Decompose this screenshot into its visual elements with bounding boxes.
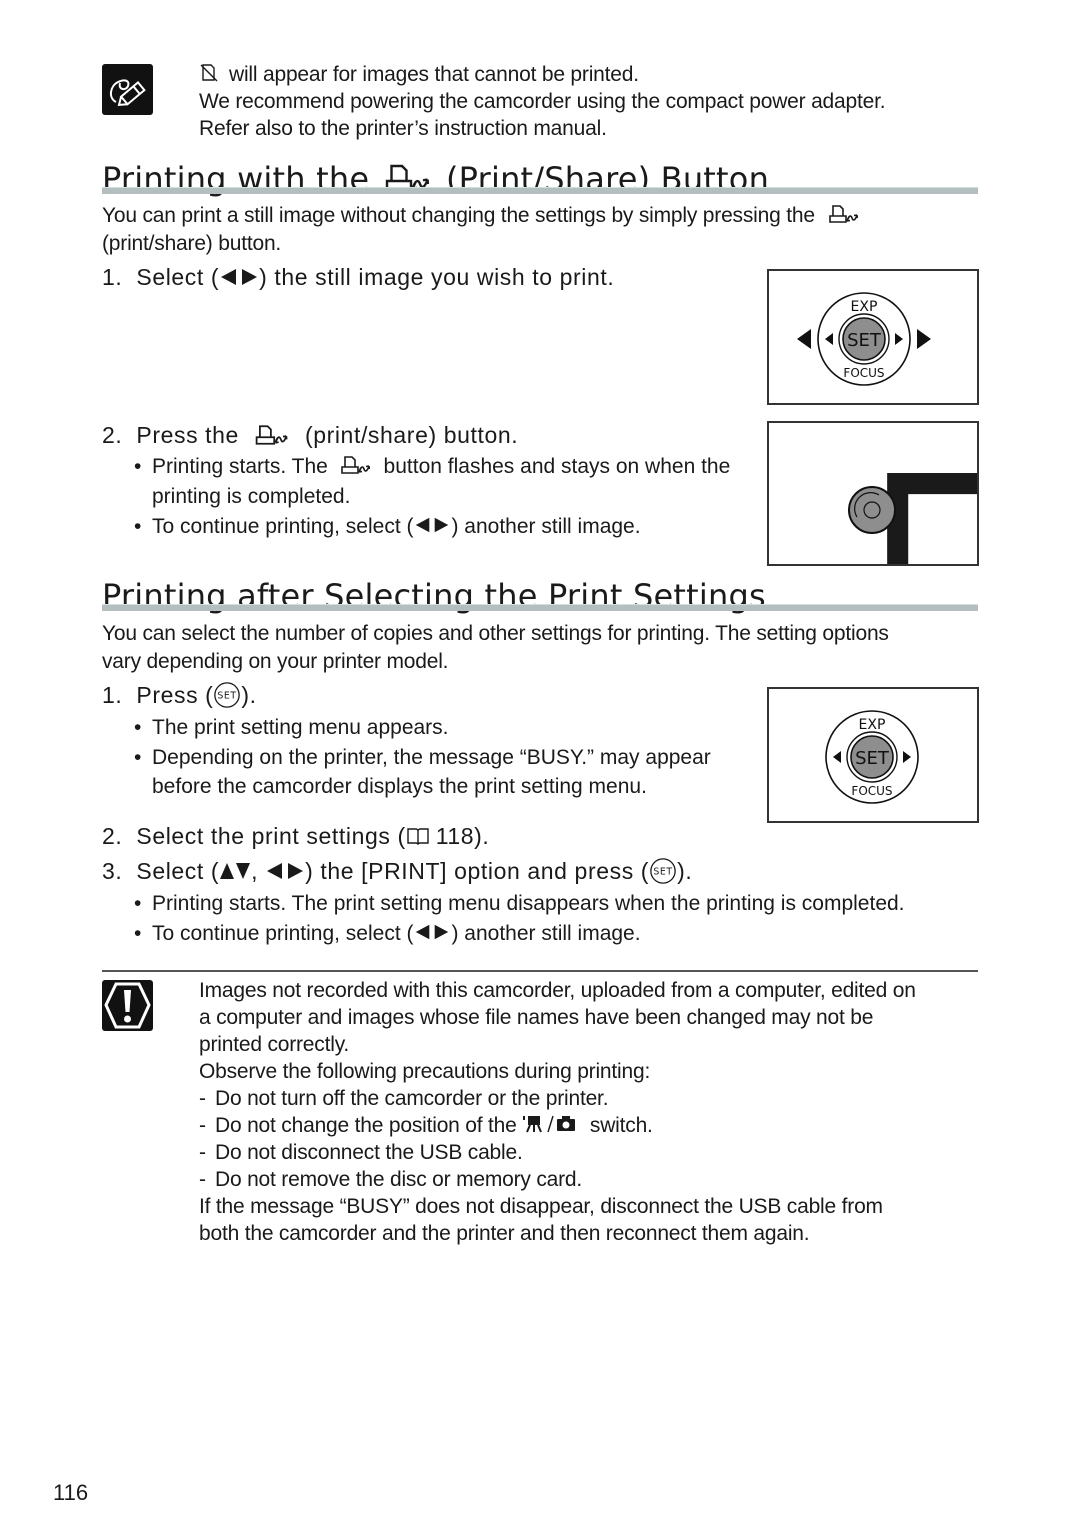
- section2-step-1: 1. Press ().: [102, 681, 257, 709]
- caution-item-2: - Do not change the position of the switc…: [199, 1114, 653, 1137]
- section1-bullet-1: • Printing starts. The button flashes and…: [134, 455, 731, 478]
- pencil-note-icon: [110, 79, 146, 107]
- section2-intro-line1: You can select the number of copies and …: [102, 622, 889, 645]
- left-arrow-icon: [797, 329, 811, 349]
- focus-label: FOCUS: [851, 784, 892, 798]
- caution-para3-line1: If the message “BUSY” does not disappear…: [199, 1195, 883, 1218]
- caution-divider: [102, 970, 978, 972]
- caution-para1-line1: Images not recorded with this camcorder,…: [199, 979, 916, 1002]
- focus-label: FOCUS: [843, 366, 884, 380]
- set-label: SET: [855, 748, 890, 769]
- print-share-icon: [334, 455, 378, 475]
- section2-step3-bullet-2: • To continue printing, select () another…: [134, 922, 641, 945]
- left-right-arrows-icon: [265, 861, 305, 881]
- caution-para1-line2: a computer and images whose file names h…: [199, 1006, 874, 1029]
- caution-icon: [104, 982, 151, 1029]
- section2-step-2: 2. Select the print settings ( 118).: [102, 823, 490, 849]
- section2-step3-bullet-1: • Printing starts. The print setting menu…: [134, 892, 905, 915]
- set-button-icon: [649, 857, 677, 885]
- caution-icon-box: [102, 980, 153, 1031]
- caution-para1-line3: printed correctly.: [199, 1033, 350, 1056]
- section2-step1-bullet-2-cont: before the camcorder displays the print …: [152, 775, 647, 798]
- section-heading-rule: [102, 604, 978, 611]
- up-down-arrows-icon: [219, 861, 251, 881]
- set-label: SET: [847, 330, 882, 351]
- print-share-button-diagram: [848, 423, 977, 564]
- section1-bullet-1-cont: printing is completed.: [152, 485, 351, 508]
- page-number: 116: [53, 1480, 89, 1505]
- set-button-icon: [213, 681, 241, 709]
- movie-photo-switch-icon: [523, 1116, 576, 1133]
- note-line-1: will appear for images that cannot be pr…: [199, 61, 639, 88]
- section2-step1-bullet-1: • The print setting menu appears.: [134, 716, 449, 739]
- caution-item-4: - Do not remove the disc or memory card.: [199, 1168, 583, 1191]
- caution-para2: Observe the following precautions during…: [199, 1060, 651, 1083]
- joystick-figure-lr: SET EXP FOCUS: [767, 269, 979, 405]
- joystick-diagram: SET EXP FOCUS: [825, 710, 919, 804]
- section1-intro-line2: (print/share) button.: [102, 232, 282, 255]
- book-reference-icon: [407, 828, 429, 845]
- section2-step1-bullet-2: • Depending on the printer, the message “…: [134, 746, 711, 769]
- note-line-2: We recommend powering the camcorder usin…: [199, 90, 886, 113]
- joystick-figure-set: SET EXP FOCUS: [767, 687, 979, 823]
- exp-label: EXP: [851, 299, 878, 315]
- print-share-icon: [820, 204, 868, 224]
- section2-intro-line2: vary depending on your printer model.: [102, 650, 449, 673]
- right-arrow-icon: [917, 329, 931, 349]
- no-print-icon: [200, 64, 218, 82]
- print-share-button-figure: [767, 421, 979, 566]
- section1-step-1: 1. Select () the still image you wish to…: [102, 264, 615, 290]
- section1-bullet-2: • To continue printing, select () another…: [134, 515, 641, 538]
- left-right-arrows-icon: [219, 267, 259, 287]
- print-share-icon: [246, 424, 298, 446]
- section1-step-2: 2. Press the (print/share) button.: [102, 422, 519, 448]
- joystick-diagram: SET EXP FOCUS: [797, 292, 931, 386]
- left-right-arrows-icon: [413, 516, 451, 534]
- left-right-arrows-icon: [413, 923, 451, 941]
- caution-item-1: - Do not turn off the camcorder or the pr…: [199, 1087, 609, 1110]
- section-heading-rule: [102, 187, 978, 194]
- note-line-3: Refer also to the printer’s instruction …: [199, 117, 607, 140]
- note-icon-box: [102, 64, 153, 115]
- exp-label: EXP: [859, 717, 886, 733]
- section2-step-3: 3. Select (, ) the [PRINT] option and pr…: [102, 857, 693, 885]
- section1-intro-line1: You can print a still image without chan…: [102, 202, 868, 229]
- caution-para3-line2: both the camcorder and the printer and t…: [199, 1222, 810, 1245]
- caution-item-3: - Do not disconnect the USB cable.: [199, 1141, 523, 1164]
